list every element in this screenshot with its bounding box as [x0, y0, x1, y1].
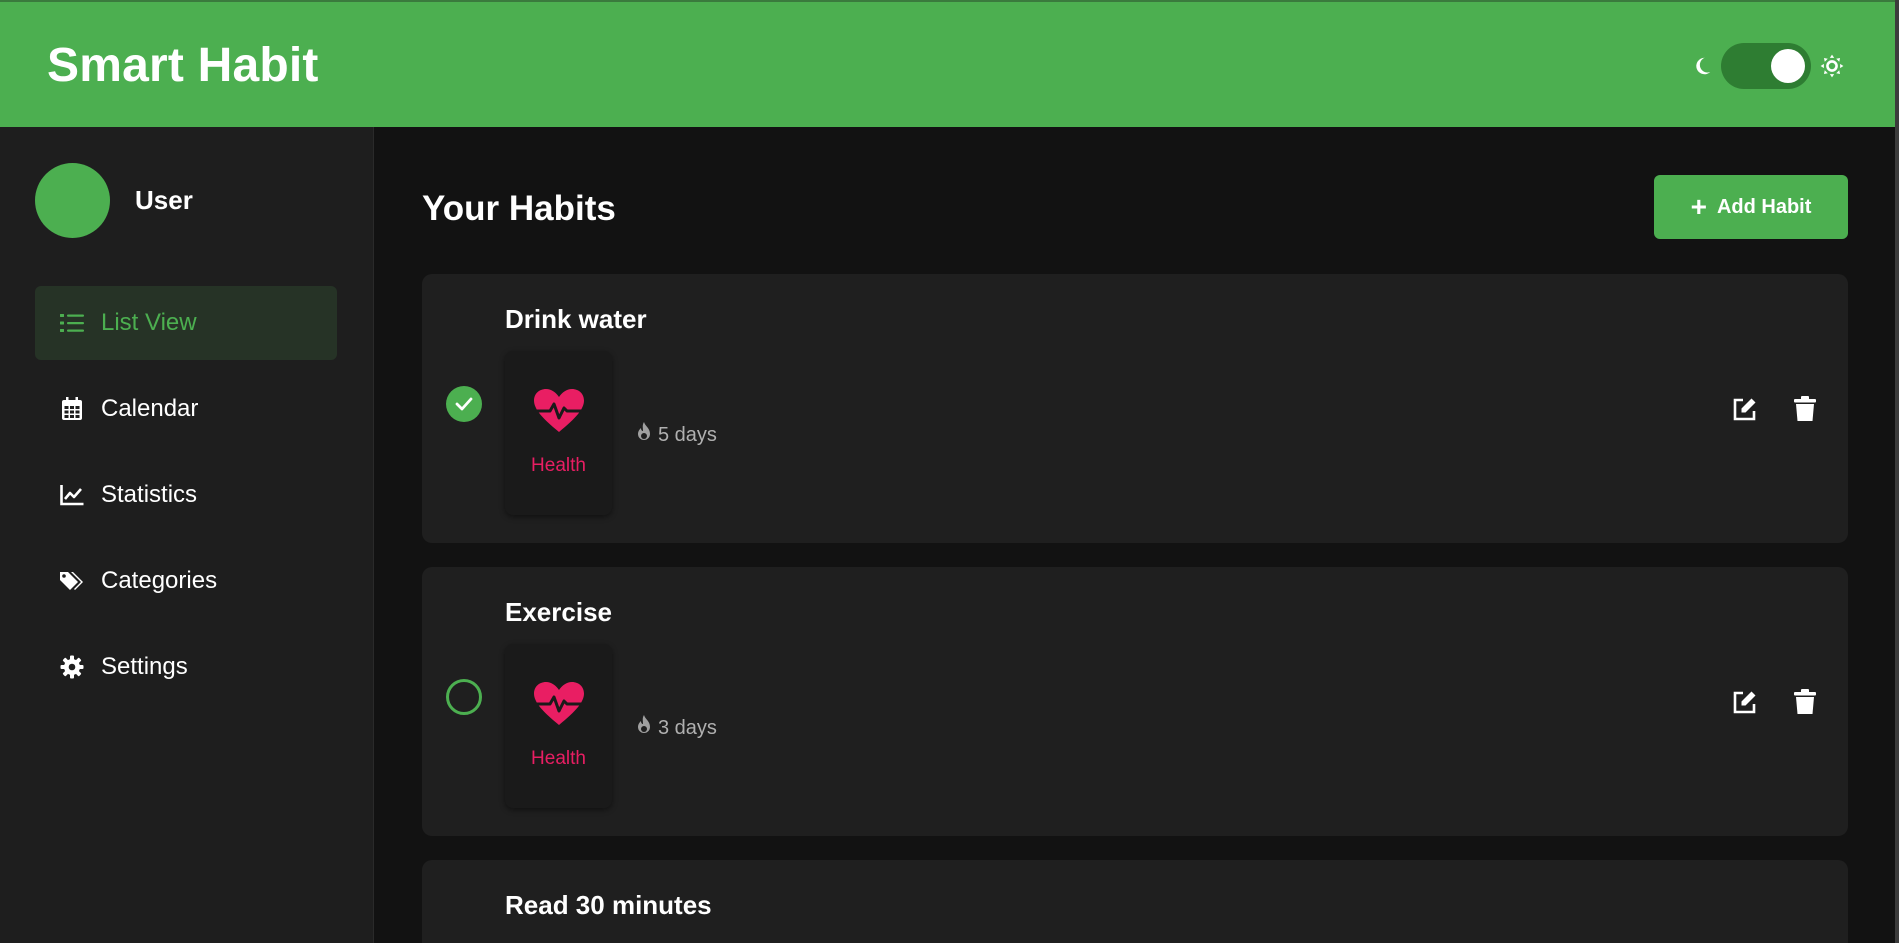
list-icon	[59, 310, 85, 336]
trash-icon[interactable]	[1792, 396, 1818, 422]
sidebar-item-list-view[interactable]: List View	[35, 286, 337, 360]
habit-card: Read 30 minutes	[422, 860, 1848, 943]
sidebar-item-label: Calendar	[101, 395, 199, 422]
add-habit-label: Add Habit	[1716, 195, 1812, 218]
main-content: Your Habits + Add Habit Drink water Heal…	[375, 127, 1895, 943]
calendar-icon	[59, 396, 85, 422]
sidebar: User List View Calendar Statistics Categ…	[0, 127, 374, 943]
user-profile: User	[35, 163, 193, 238]
sidebar-item-categories[interactable]: Categories	[35, 544, 337, 618]
streak-text: 5 days	[658, 423, 717, 446]
fire-icon	[636, 422, 652, 448]
habit-actions	[1732, 689, 1818, 715]
toggle-knob	[1771, 49, 1805, 83]
category-label: Health	[531, 455, 586, 476]
habit-name: Drink water	[505, 304, 647, 334]
sidebar-item-label: List View	[101, 309, 197, 336]
plus-icon: +	[1690, 191, 1707, 222]
check-icon	[455, 397, 473, 411]
theme-toggle-switch[interactable]	[1721, 43, 1811, 89]
sidebar-item-calendar[interactable]: Calendar	[35, 372, 337, 446]
trash-icon[interactable]	[1792, 689, 1818, 715]
avatar[interactable]	[35, 163, 110, 238]
sidebar-item-statistics[interactable]: Statistics	[35, 458, 337, 532]
chart-line-icon	[59, 482, 85, 508]
sidebar-nav: List View Calendar Statistics Categories…	[35, 286, 337, 716]
category-badge: Health	[505, 644, 612, 808]
sidebar-item-label: Settings	[101, 653, 188, 680]
category-label: Health	[531, 748, 586, 769]
streak-text: 3 days	[658, 716, 717, 739]
habit-actions	[1732, 396, 1818, 422]
app-root: Smart Habit User List View Calendar Stat…	[0, 0, 1899, 943]
habit-name: Exercise	[505, 597, 612, 627]
habit-complete-checkbox[interactable]	[446, 679, 482, 715]
window-edge	[1895, 0, 1899, 943]
sidebar-item-settings[interactable]: Settings	[35, 630, 337, 704]
habit-card: Exercise Health 3 days	[422, 567, 1848, 836]
habit-name: Read 30 minutes	[505, 890, 712, 920]
habit-complete-checkbox[interactable]	[446, 386, 482, 422]
add-habit-button[interactable]: + Add Habit	[1654, 175, 1848, 239]
moon-icon	[1691, 55, 1713, 77]
user-name: User	[135, 185, 193, 215]
page-title: Your Habits	[422, 189, 616, 228]
heartbeat-icon	[533, 388, 585, 439]
sun-icon	[1819, 53, 1845, 79]
app-title: Smart Habit	[47, 39, 319, 92]
sidebar-item-label: Categories	[101, 567, 218, 594]
theme-toggle-group	[1691, 42, 1845, 90]
app-header: Smart Habit	[0, 0, 1895, 127]
streak-indicator: 5 days	[636, 422, 717, 448]
category-badge: Health	[505, 351, 612, 515]
edit-icon[interactable]	[1732, 396, 1758, 422]
edit-icon[interactable]	[1732, 689, 1758, 715]
tags-icon	[59, 568, 85, 594]
fire-icon	[636, 715, 652, 741]
habit-card: Drink water Health 5 days	[422, 274, 1848, 543]
sidebar-item-label: Statistics	[101, 481, 198, 508]
heartbeat-icon	[533, 681, 585, 732]
gear-icon	[59, 654, 85, 680]
streak-indicator: 3 days	[636, 715, 717, 741]
